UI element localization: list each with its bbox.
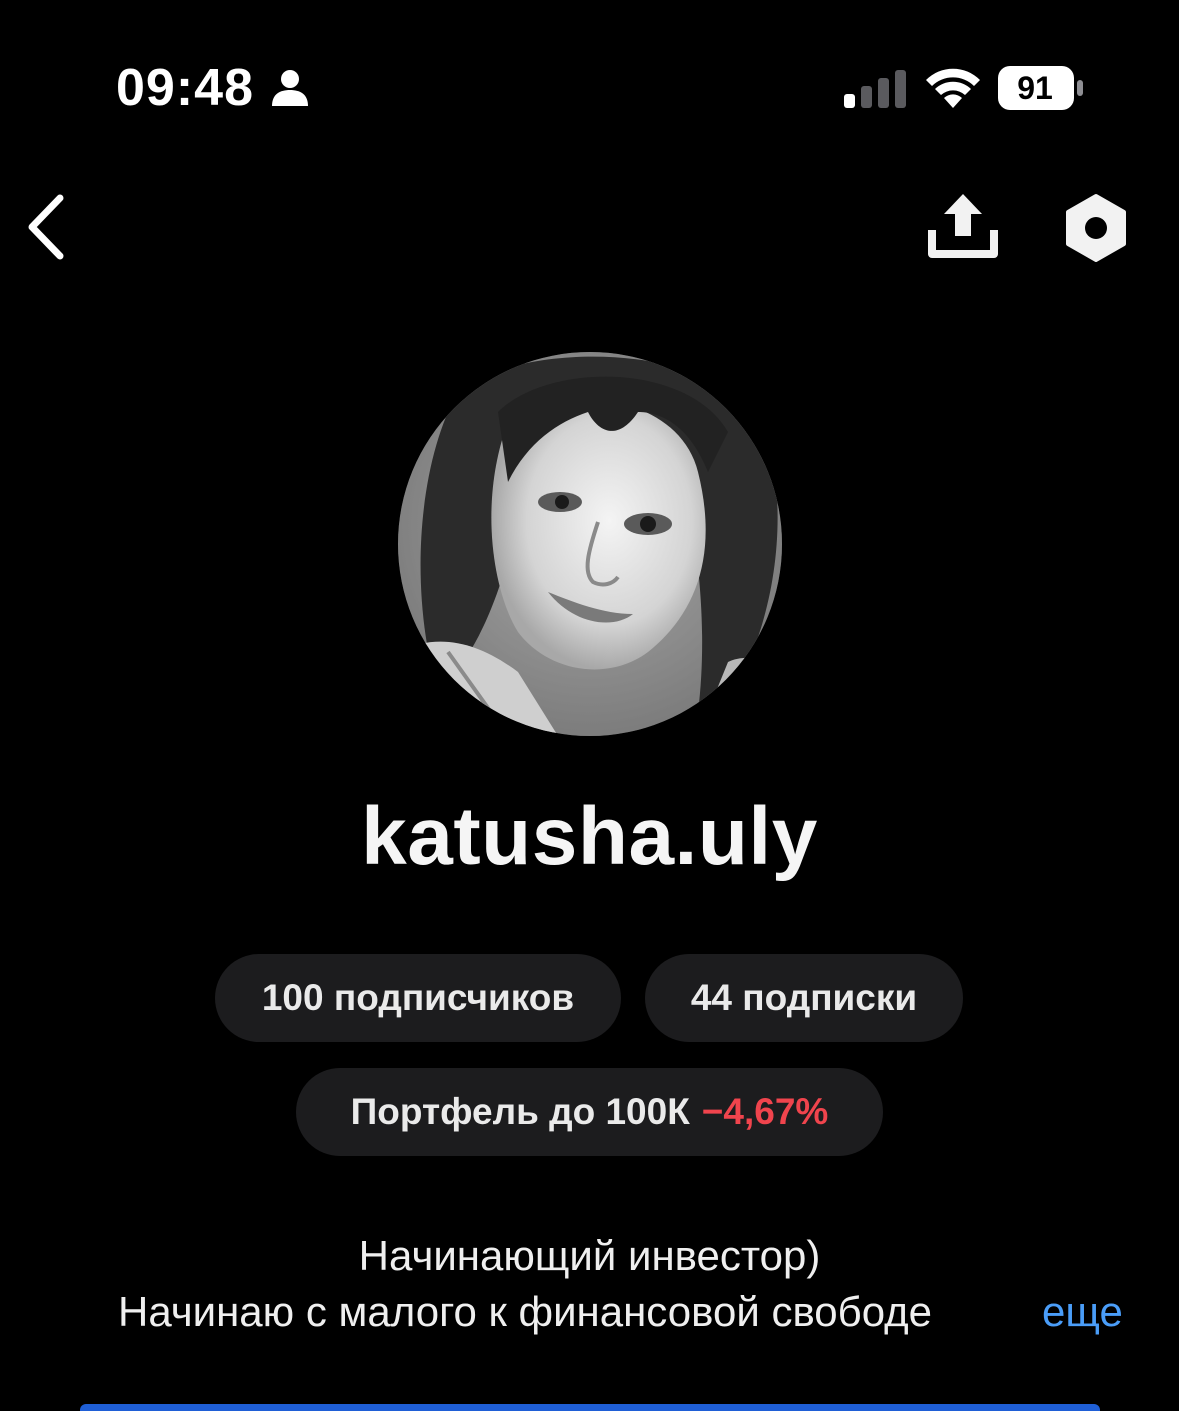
avatar-image xyxy=(398,352,782,736)
following-button[interactable]: 44 подписки xyxy=(645,954,963,1042)
status-time: 09:48 xyxy=(116,59,254,117)
back-chevron-icon[interactable] xyxy=(20,190,80,264)
portfolio-button[interactable]: Портфель до 100К −4,67% xyxy=(296,1068,883,1156)
settings-icon[interactable] xyxy=(1060,192,1132,264)
person-icon xyxy=(272,70,308,106)
share-icon[interactable] xyxy=(926,190,1000,262)
battery-level: 91 xyxy=(1017,69,1053,106)
portfolio-change: −4,67% xyxy=(701,1091,829,1132)
bio-line-1: Начинающий инвестор) xyxy=(358,1232,821,1279)
signal-icon xyxy=(844,70,906,108)
primary-action-button-edge[interactable] xyxy=(80,1404,1100,1411)
username: katusha.uly xyxy=(361,791,818,882)
followers-button[interactable]: 100 подписчиков xyxy=(215,954,621,1042)
profile-screen: 09:48 91 katusha.uly 100 подписчиков 44 … xyxy=(0,0,1179,1411)
bio-more-link[interactable]: еще xyxy=(1042,1288,1123,1336)
avatar[interactable] xyxy=(398,352,782,736)
portfolio-name: Портфель до 100К xyxy=(350,1091,690,1132)
wifi-icon xyxy=(926,68,980,108)
bio-line-2: Начинаю с малого к финансовой свободе xyxy=(118,1288,933,1335)
battery-icon: 91 xyxy=(998,66,1084,110)
